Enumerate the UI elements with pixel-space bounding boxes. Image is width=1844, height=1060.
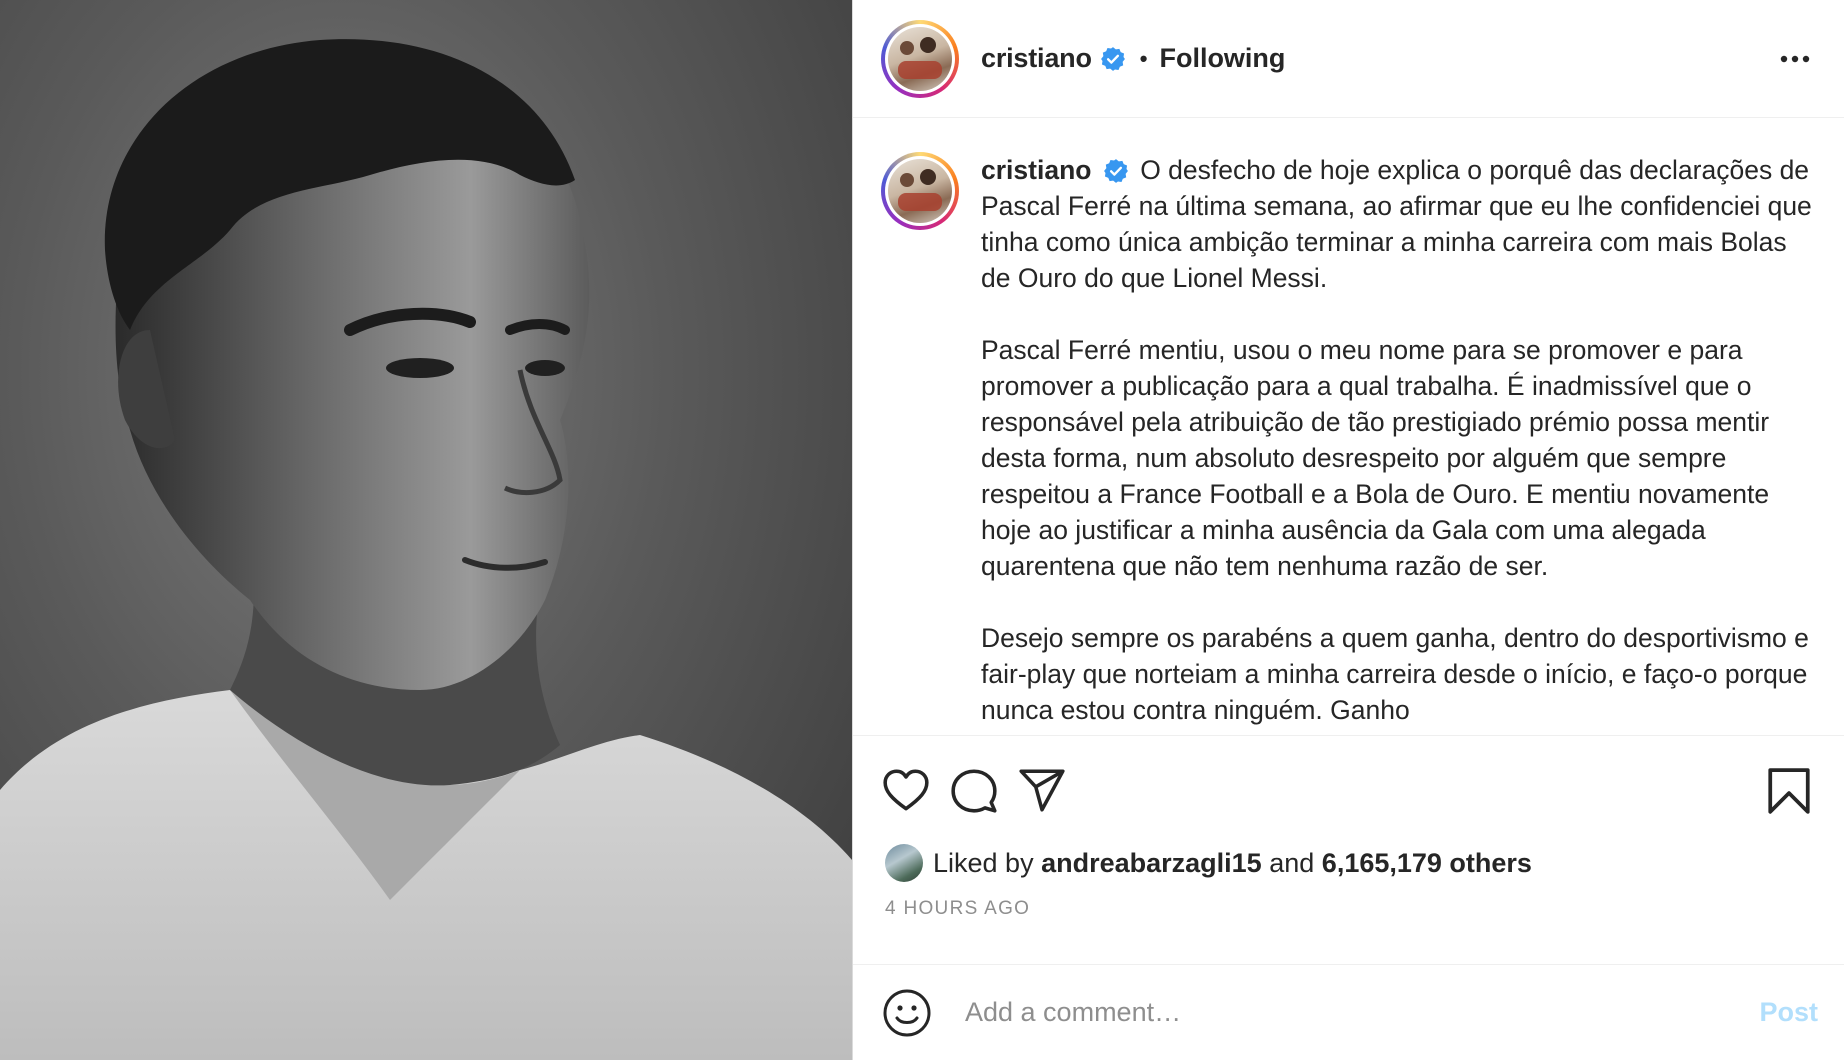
header-separator: • [1139, 45, 1148, 71]
author-username[interactable]: cristiano [981, 43, 1092, 74]
author-avatar[interactable] [881, 19, 959, 98]
following-button[interactable]: Following [1159, 43, 1285, 74]
portrait-illustration [0, 39, 852, 1060]
caption-author-avatar[interactable] [881, 152, 959, 230]
avatar-image [888, 159, 952, 223]
verified-badge-icon [1100, 46, 1125, 71]
bookmark-icon[interactable] [1764, 766, 1814, 816]
caption-text: cristiano O desfecho de hoje explica o p… [981, 152, 1815, 735]
comment-bar: Post [853, 964, 1844, 1060]
likes-count[interactable]: 6,165,179 others [1322, 848, 1532, 879]
post-photo[interactable] [0, 0, 852, 1060]
caption-paragraph: Pascal Ferré mentiu, usou o meu nome par… [981, 335, 1770, 581]
liker-username[interactable]: andreabarzagli15 [1041, 848, 1262, 879]
liker-avatar[interactable] [885, 844, 923, 882]
action-bar [853, 736, 1844, 842]
heart-icon[interactable] [881, 766, 931, 816]
avatar-image [888, 26, 952, 91]
emoji-icon[interactable] [881, 987, 933, 1039]
likes-prefix: Liked by [933, 847, 1034, 878]
caption-username[interactable]: cristiano [981, 155, 1091, 185]
more-options-icon[interactable] [1778, 44, 1812, 74]
comment-input[interactable] [963, 996, 1687, 1029]
comment-icon[interactable] [949, 766, 999, 816]
share-icon[interactable] [1017, 766, 1067, 816]
post-details-panel: cristiano • Following cristiano O desfec… [852, 0, 1844, 1060]
likes-summary: Liked by andreabarzagli15 and 6,165,179 … [853, 842, 1844, 884]
post-comment-button[interactable]: Post [1759, 997, 1818, 1028]
caption-scroll-area[interactable]: cristiano O desfecho de hoje explica o p… [853, 118, 1844, 736]
caption-paragraph: Desejo sempre os parabéns a quem ganha, … [981, 623, 1809, 725]
instagram-post: cristiano • Following cristiano O desfec… [0, 0, 1844, 1060]
likes-conjunction: and [1269, 847, 1315, 878]
post-header: cristiano • Following [853, 0, 1844, 118]
verified-badge-icon [1103, 159, 1128, 183]
post-timestamp[interactable]: 4 HOURS AGO [853, 898, 1844, 928]
